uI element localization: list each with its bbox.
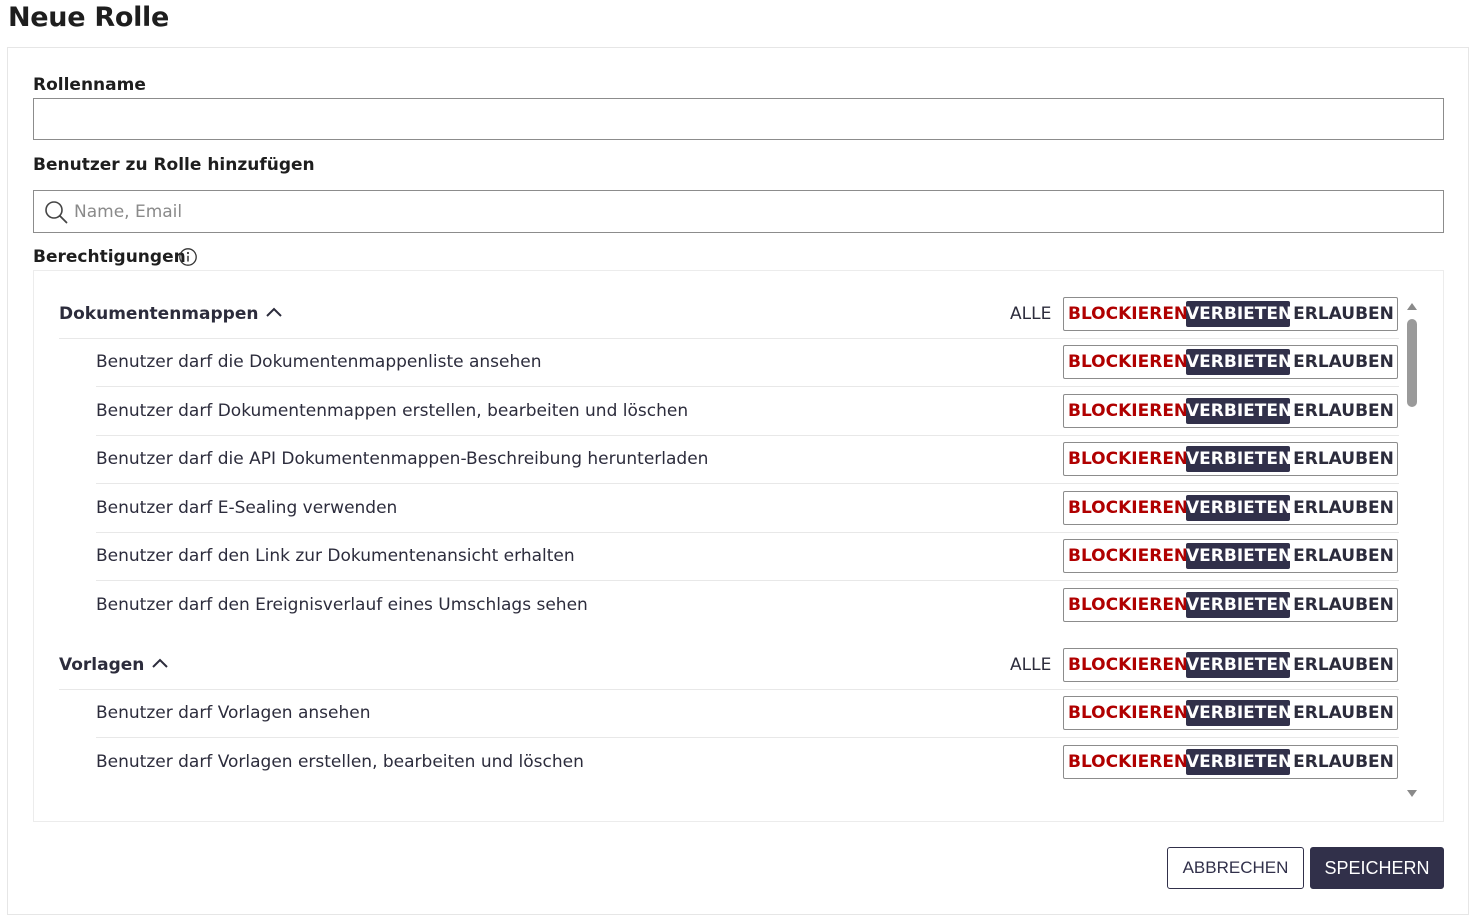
- search-icon: [45, 201, 68, 224]
- deny-option[interactable]: VERBIETEN: [1186, 495, 1292, 521]
- deny-option[interactable]: VERBIETEN: [1186, 543, 1292, 569]
- deny-option[interactable]: VERBIETEN: [1186, 652, 1292, 678]
- user-search-field[interactable]: [33, 190, 1444, 233]
- deny-option[interactable]: VERBIETEN: [1186, 700, 1292, 726]
- allow-option[interactable]: ERLAUBEN: [1293, 349, 1394, 375]
- permission-group-toggle[interactable]: Dokumentenmappen: [59, 290, 284, 338]
- permission-row: Benutzer darf die API Dokumentenmappen-B…: [34, 435, 1414, 483]
- role-name-label: Rollenname: [33, 75, 146, 95]
- chevron-up-icon: [152, 658, 169, 668]
- permission-row: Benutzer darf Vorlagen ansehen BLOCKIERE…: [34, 689, 1414, 737]
- permissions-panel: Dokumentenmappen ALLE BLOCKIEREN VERBIET…: [33, 270, 1444, 822]
- info-icon[interactable]: [178, 247, 198, 267]
- permission-segmented-control: BLOCKIEREN VERBIETEN ERLAUBEN: [1063, 442, 1398, 476]
- permission-text: Benutzer darf die Dokumentenmappenliste …: [96, 352, 542, 372]
- permission-text: Benutzer darf E-Sealing verwenden: [96, 498, 398, 518]
- allow-option[interactable]: ERLAUBEN: [1293, 446, 1394, 472]
- allow-option[interactable]: ERLAUBEN: [1293, 592, 1394, 618]
- permission-segmented-control: BLOCKIEREN VERBIETEN ERLAUBEN: [1063, 345, 1398, 379]
- permission-row: Benutzer darf Dokumentenmappen erstellen…: [34, 387, 1414, 435]
- permission-group-header: Dokumentenmappen ALLE BLOCKIEREN VERBIET…: [34, 290, 1414, 338]
- deny-option[interactable]: VERBIETEN: [1186, 446, 1292, 472]
- allow-option[interactable]: ERLAUBEN: [1293, 301, 1394, 327]
- role-form-card: Rollenname Benutzer zu Rolle hinzufügen …: [7, 47, 1469, 915]
- deny-option[interactable]: VERBIETEN: [1186, 592, 1292, 618]
- permission-text: Benutzer darf Vorlagen ansehen: [96, 703, 371, 723]
- permission-group-title: Vorlagen: [59, 655, 145, 675]
- block-option[interactable]: BLOCKIEREN: [1068, 398, 1188, 424]
- deny-option[interactable]: VERBIETEN: [1186, 349, 1292, 375]
- permission-row: Benutzer darf den Ereignisverlauf eines …: [34, 581, 1414, 629]
- deny-option[interactable]: VERBIETEN: [1186, 398, 1292, 424]
- block-option[interactable]: BLOCKIEREN: [1068, 652, 1188, 678]
- block-option[interactable]: BLOCKIEREN: [1068, 592, 1188, 618]
- scroll-up-arrow-icon[interactable]: [1407, 303, 1417, 310]
- permission-row: Benutzer darf Vorlagen erstellen, bearbe…: [34, 738, 1414, 786]
- permission-segmented-control: BLOCKIEREN VERBIETEN ERLAUBEN: [1063, 394, 1398, 428]
- permission-text: Benutzer darf Dokumentenmappen erstellen…: [96, 401, 689, 421]
- deny-option[interactable]: VERBIETEN: [1186, 301, 1292, 327]
- permission-group-title: Dokumentenmappen: [59, 304, 259, 324]
- save-button[interactable]: SPEICHERN: [1310, 847, 1444, 889]
- permission-segmented-control: BLOCKIEREN VERBIETEN ERLAUBEN: [1063, 297, 1398, 331]
- permission-row: Benutzer darf die Dokumentenmappenliste …: [34, 338, 1414, 386]
- permission-text: Benutzer darf den Ereignisverlauf eines …: [96, 595, 588, 615]
- permission-segmented-control: BLOCKIEREN VERBIETEN ERLAUBEN: [1063, 648, 1398, 682]
- page-title: Neue Rolle: [8, 2, 170, 33]
- all-label: ALLE: [1010, 304, 1052, 324]
- block-option[interactable]: BLOCKIEREN: [1068, 543, 1188, 569]
- permission-segmented-control: BLOCKIEREN VERBIETEN ERLAUBEN: [1063, 745, 1398, 779]
- add-users-label: Benutzer zu Rolle hinzufügen: [33, 155, 315, 175]
- permission-group-toggle[interactable]: Vorlagen: [59, 641, 170, 689]
- permission-segmented-control: BLOCKIEREN VERBIETEN ERLAUBEN: [1063, 491, 1398, 525]
- permission-group-header: Vorlagen ALLE BLOCKIEREN VERBIETEN ERLAU…: [34, 641, 1414, 689]
- block-option[interactable]: BLOCKIEREN: [1068, 749, 1188, 775]
- chevron-up-icon: [266, 307, 283, 317]
- block-option[interactable]: BLOCKIEREN: [1068, 301, 1188, 327]
- permission-text: Benutzer darf den Link zur Dokumentenans…: [96, 546, 575, 566]
- permissions-label: Berechtigungen: [33, 247, 186, 267]
- block-option[interactable]: BLOCKIEREN: [1068, 446, 1188, 472]
- all-label: ALLE: [1010, 655, 1052, 675]
- allow-option[interactable]: ERLAUBEN: [1293, 495, 1394, 521]
- allow-option[interactable]: ERLAUBEN: [1293, 398, 1394, 424]
- permissions-scrollbar[interactable]: [1405, 303, 1419, 797]
- permission-segmented-control: BLOCKIEREN VERBIETEN ERLAUBEN: [1063, 588, 1398, 622]
- block-option[interactable]: BLOCKIEREN: [1068, 349, 1188, 375]
- permission-segmented-control: BLOCKIEREN VERBIETEN ERLAUBEN: [1063, 539, 1398, 573]
- allow-option[interactable]: ERLAUBEN: [1293, 700, 1394, 726]
- permission-row: Benutzer darf E-Sealing verwenden BLOCKI…: [34, 484, 1414, 532]
- permission-text: Benutzer darf Vorlagen erstellen, bearbe…: [96, 752, 584, 772]
- block-option[interactable]: BLOCKIEREN: [1068, 700, 1188, 726]
- permission-text: Benutzer darf die API Dokumentenmappen-B…: [96, 449, 709, 469]
- permission-row: Benutzer darf den Link zur Dokumentenans…: [34, 532, 1414, 580]
- user-search-input[interactable]: [74, 191, 1434, 232]
- allow-option[interactable]: ERLAUBEN: [1293, 749, 1394, 775]
- allow-option[interactable]: ERLAUBEN: [1293, 652, 1394, 678]
- permission-segmented-control: BLOCKIEREN VERBIETEN ERLAUBEN: [1063, 696, 1398, 730]
- cancel-button[interactable]: ABBRECHEN: [1167, 847, 1304, 889]
- block-option[interactable]: BLOCKIEREN: [1068, 495, 1188, 521]
- scroll-down-arrow-icon[interactable]: [1407, 790, 1417, 797]
- scroll-thumb[interactable]: [1407, 319, 1417, 407]
- allow-option[interactable]: ERLAUBEN: [1293, 543, 1394, 569]
- deny-option[interactable]: VERBIETEN: [1186, 749, 1292, 775]
- role-name-input[interactable]: [33, 98, 1444, 140]
